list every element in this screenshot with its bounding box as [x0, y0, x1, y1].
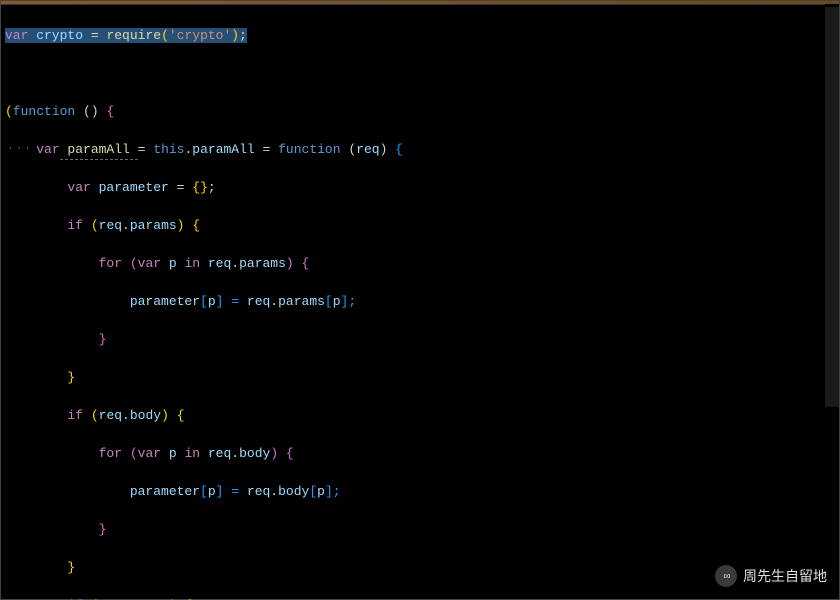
- wechat-icon: ∞: [715, 565, 737, 587]
- code-line: parameter[p] = req.params[p];: [5, 292, 835, 311]
- code-line: if (req.body) {: [5, 406, 835, 425]
- code-line: if (req.query) {: [5, 596, 835, 600]
- fold-dots-icon: ···: [7, 140, 33, 159]
- watermark-text: 周先生自留地: [743, 567, 827, 586]
- watermark: ∞ 周先生自留地: [715, 565, 827, 587]
- code-area[interactable]: var crypto = require('crypto'); (functio…: [1, 5, 839, 600]
- code-line: }: [5, 330, 835, 349]
- code-line: var crypto = require('crypto');: [5, 26, 835, 45]
- code-line: }: [5, 368, 835, 387]
- code-line: }: [5, 520, 835, 539]
- code-line: }: [5, 558, 835, 577]
- code-line: for (var p in req.params) {: [5, 254, 835, 273]
- code-editor[interactable]: var crypto = require('crypto'); (functio…: [0, 0, 840, 600]
- code-line: ··· var paramAll = this.paramAll = funct…: [5, 140, 835, 159]
- code-line: parameter[p] = req.body[p];: [5, 482, 835, 501]
- code-line: if (req.params) {: [5, 216, 835, 235]
- code-line: var parameter = {};: [5, 178, 835, 197]
- code-line: [5, 64, 835, 83]
- code-line: (function () {: [5, 102, 835, 121]
- code-line: for (var p in req.body) {: [5, 444, 835, 463]
